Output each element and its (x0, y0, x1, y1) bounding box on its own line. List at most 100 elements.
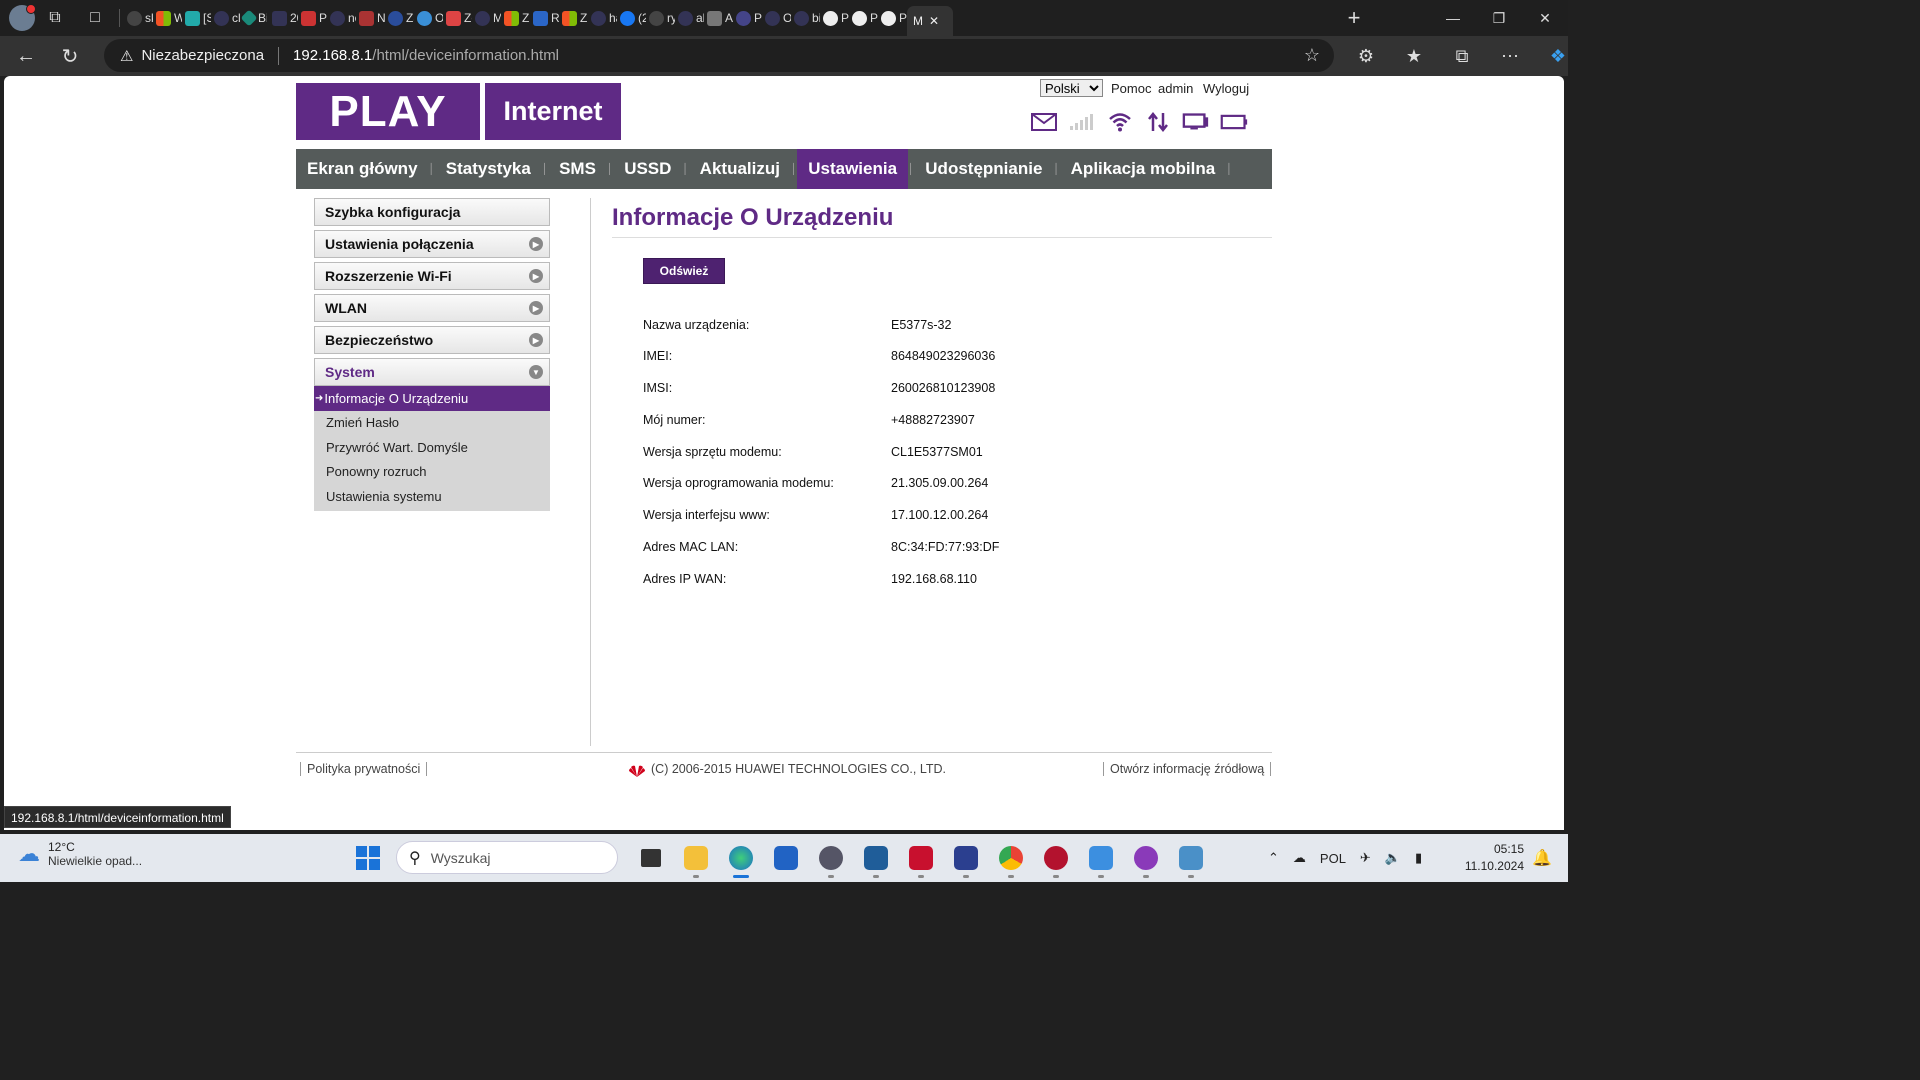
open-source-link[interactable]: Otwórz informację źródłową (1103, 762, 1272, 776)
reload-button[interactable]: ↻ (50, 36, 90, 76)
tab[interactable]: ry (646, 0, 675, 36)
weather-widget[interactable]: ☁ 12°C Niewielkie opad... (18, 840, 142, 868)
address-bar[interactable]: ⚠ Niezabezpieczona 192.168.8.1/html/devi… (104, 39, 1334, 72)
battery-tray-icon[interactable]: ▮ (1415, 850, 1422, 866)
clock[interactable]: 05:15 11.10.2024 (1462, 841, 1524, 875)
warning-icon[interactable]: ⚠ (120, 47, 133, 65)
url-path[interactable]: /html/deviceinformation.html (372, 47, 559, 64)
sidebar-item-wifi-extender[interactable]: Rozszerzenie Wi-Fi ▶ (314, 262, 550, 290)
profile-avatar[interactable] (9, 4, 36, 31)
nav-home[interactable]: Ekran główny (296, 149, 429, 189)
nav-sharing[interactable]: Udostępnianie (914, 149, 1053, 189)
airplane-icon[interactable]: ✈ (1360, 850, 1371, 866)
input-language[interactable]: POL (1320, 851, 1346, 866)
nav-sms[interactable]: SMS (548, 149, 607, 189)
task-view-app[interactable] (628, 840, 673, 876)
nav-update[interactable]: Aktualizuj (689, 149, 791, 189)
image-app[interactable] (1168, 840, 1213, 878)
security-label[interactable]: Niezabezpieczona (141, 47, 264, 64)
save-app[interactable] (943, 840, 988, 878)
tab[interactable]: Zc (443, 0, 472, 36)
tab[interactable]: [S (182, 0, 211, 36)
sidebar-item-connection[interactable]: Ustawienia połączenia ▶ (314, 230, 550, 258)
network-icon[interactable]: ☁ (1293, 850, 1306, 866)
vertical-tabs-icon[interactable]: □ (75, 0, 115, 36)
taskbar-search[interactable]: ⚲ Wyszukaj (396, 841, 618, 874)
minimize-button[interactable]: — (1430, 0, 1476, 36)
tab[interactable]: Al (704, 0, 733, 36)
active-tab[interactable]: M ✕ (907, 6, 953, 36)
help-link[interactable]: Pomoc (1111, 81, 1151, 96)
red-app[interactable] (898, 840, 943, 878)
tab[interactable]: W (153, 0, 182, 36)
tab[interactable]: N (356, 0, 385, 36)
nav-statistics[interactable]: Statystyka (435, 149, 542, 189)
favorites-icon[interactable]: ★ (1390, 46, 1438, 67)
sidebar-item-wlan[interactable]: WLAN ▶ (314, 294, 550, 322)
tab[interactable]: nc (327, 0, 356, 36)
github-app[interactable] (1123, 840, 1168, 878)
tab[interactable]: Pc (878, 0, 907, 36)
virtualbox-app[interactable] (853, 840, 898, 878)
volume-icon[interactable]: 🔈 (1385, 850, 1401, 866)
tab[interactable]: O (762, 0, 791, 36)
logout-link[interactable]: Wyloguj (1203, 81, 1249, 96)
url-host[interactable]: 192.168.8.1 (293, 47, 372, 64)
tab[interactable]: Pc (298, 0, 327, 36)
settings-app[interactable] (808, 840, 853, 878)
submenu-change-password[interactable]: Zmień Hasło (314, 411, 550, 436)
sidebar-item-security[interactable]: Bezpieczeństwo ▶ (314, 326, 550, 354)
file-explorer-app[interactable] (673, 840, 718, 878)
privacy-policy-link[interactable]: Polityka prywatności (300, 762, 428, 776)
workspaces-icon[interactable]: ⧉ (35, 0, 75, 36)
tab[interactable]: bi (791, 0, 820, 36)
extensions-icon[interactable]: ⚙ (1342, 46, 1390, 67)
collections-icon[interactable]: ⧉ (1438, 46, 1486, 67)
new-tab-button[interactable]: + (1334, 5, 1374, 31)
language-select[interactable]: Polski (1040, 79, 1103, 97)
back-button[interactable]: ← (6, 36, 46, 76)
submenu-restore-defaults[interactable]: Przywróć Wart. Domyśle (314, 435, 550, 460)
tab[interactable]: Bi (240, 0, 269, 36)
sidebar-item-quick-setup[interactable]: Szybka konfiguracja (314, 198, 550, 226)
notepad-app[interactable] (1078, 840, 1123, 878)
maximize-button[interactable]: ❐ (1476, 0, 1522, 36)
tab[interactable]: Zi (559, 0, 588, 36)
chevron-up-icon[interactable]: ⌃ (1268, 850, 1279, 866)
refresh-button[interactable]: Odśwież (643, 258, 725, 284)
close-window-button[interactable]: ✕ (1522, 0, 1568, 36)
tab[interactable]: al (675, 0, 704, 36)
d-app[interactable] (1033, 840, 1078, 878)
tab[interactable]: Pi (849, 0, 878, 36)
mail-icon[interactable] (1030, 110, 1058, 134)
submenu-device-info[interactable]: ➜ Informacje O Urządzeniu (314, 386, 550, 411)
tab[interactable]: 20 (269, 0, 298, 36)
nav-mobile-app[interactable]: Aplikacja mobilna (1060, 149, 1227, 189)
copilot-icon[interactable]: ❖ (1534, 46, 1582, 67)
tab-favicon-icon (765, 10, 780, 26)
edge-app[interactable] (718, 840, 763, 878)
submenu-reboot[interactable]: Ponowny rozruch (314, 460, 550, 485)
tab[interactable]: (2 (617, 0, 646, 36)
tab[interactable]: Pi (820, 0, 849, 36)
tab[interactable]: cl (211, 0, 240, 36)
chrome-app[interactable] (988, 840, 1033, 878)
tab[interactable]: ha (588, 0, 617, 36)
sidebar-item-system[interactable]: System ▼ (314, 358, 550, 386)
store-app[interactable] (763, 840, 808, 876)
notification-bell-icon[interactable]: 🔔 (1532, 848, 1552, 868)
tab[interactable]: O (414, 0, 443, 36)
submenu-system-settings[interactable]: Ustawienia systemu (314, 484, 550, 509)
more-menu-icon[interactable]: ⋯ (1486, 46, 1534, 67)
tab[interactable]: M (472, 0, 501, 36)
tab[interactable]: Pi (733, 0, 762, 36)
close-tab-icon[interactable]: ✕ (929, 14, 939, 28)
nav-ussd[interactable]: USSD (613, 149, 682, 189)
tab[interactable]: R (530, 0, 559, 36)
tab[interactable]: Za (385, 0, 414, 36)
nav-settings[interactable]: Ustawienia (797, 149, 909, 189)
tab[interactable]: Zi (501, 0, 530, 36)
tab[interactable]: sk (124, 0, 153, 36)
start-button[interactable] (356, 846, 380, 870)
favorite-star-icon[interactable]: ☆ (1304, 45, 1320, 66)
